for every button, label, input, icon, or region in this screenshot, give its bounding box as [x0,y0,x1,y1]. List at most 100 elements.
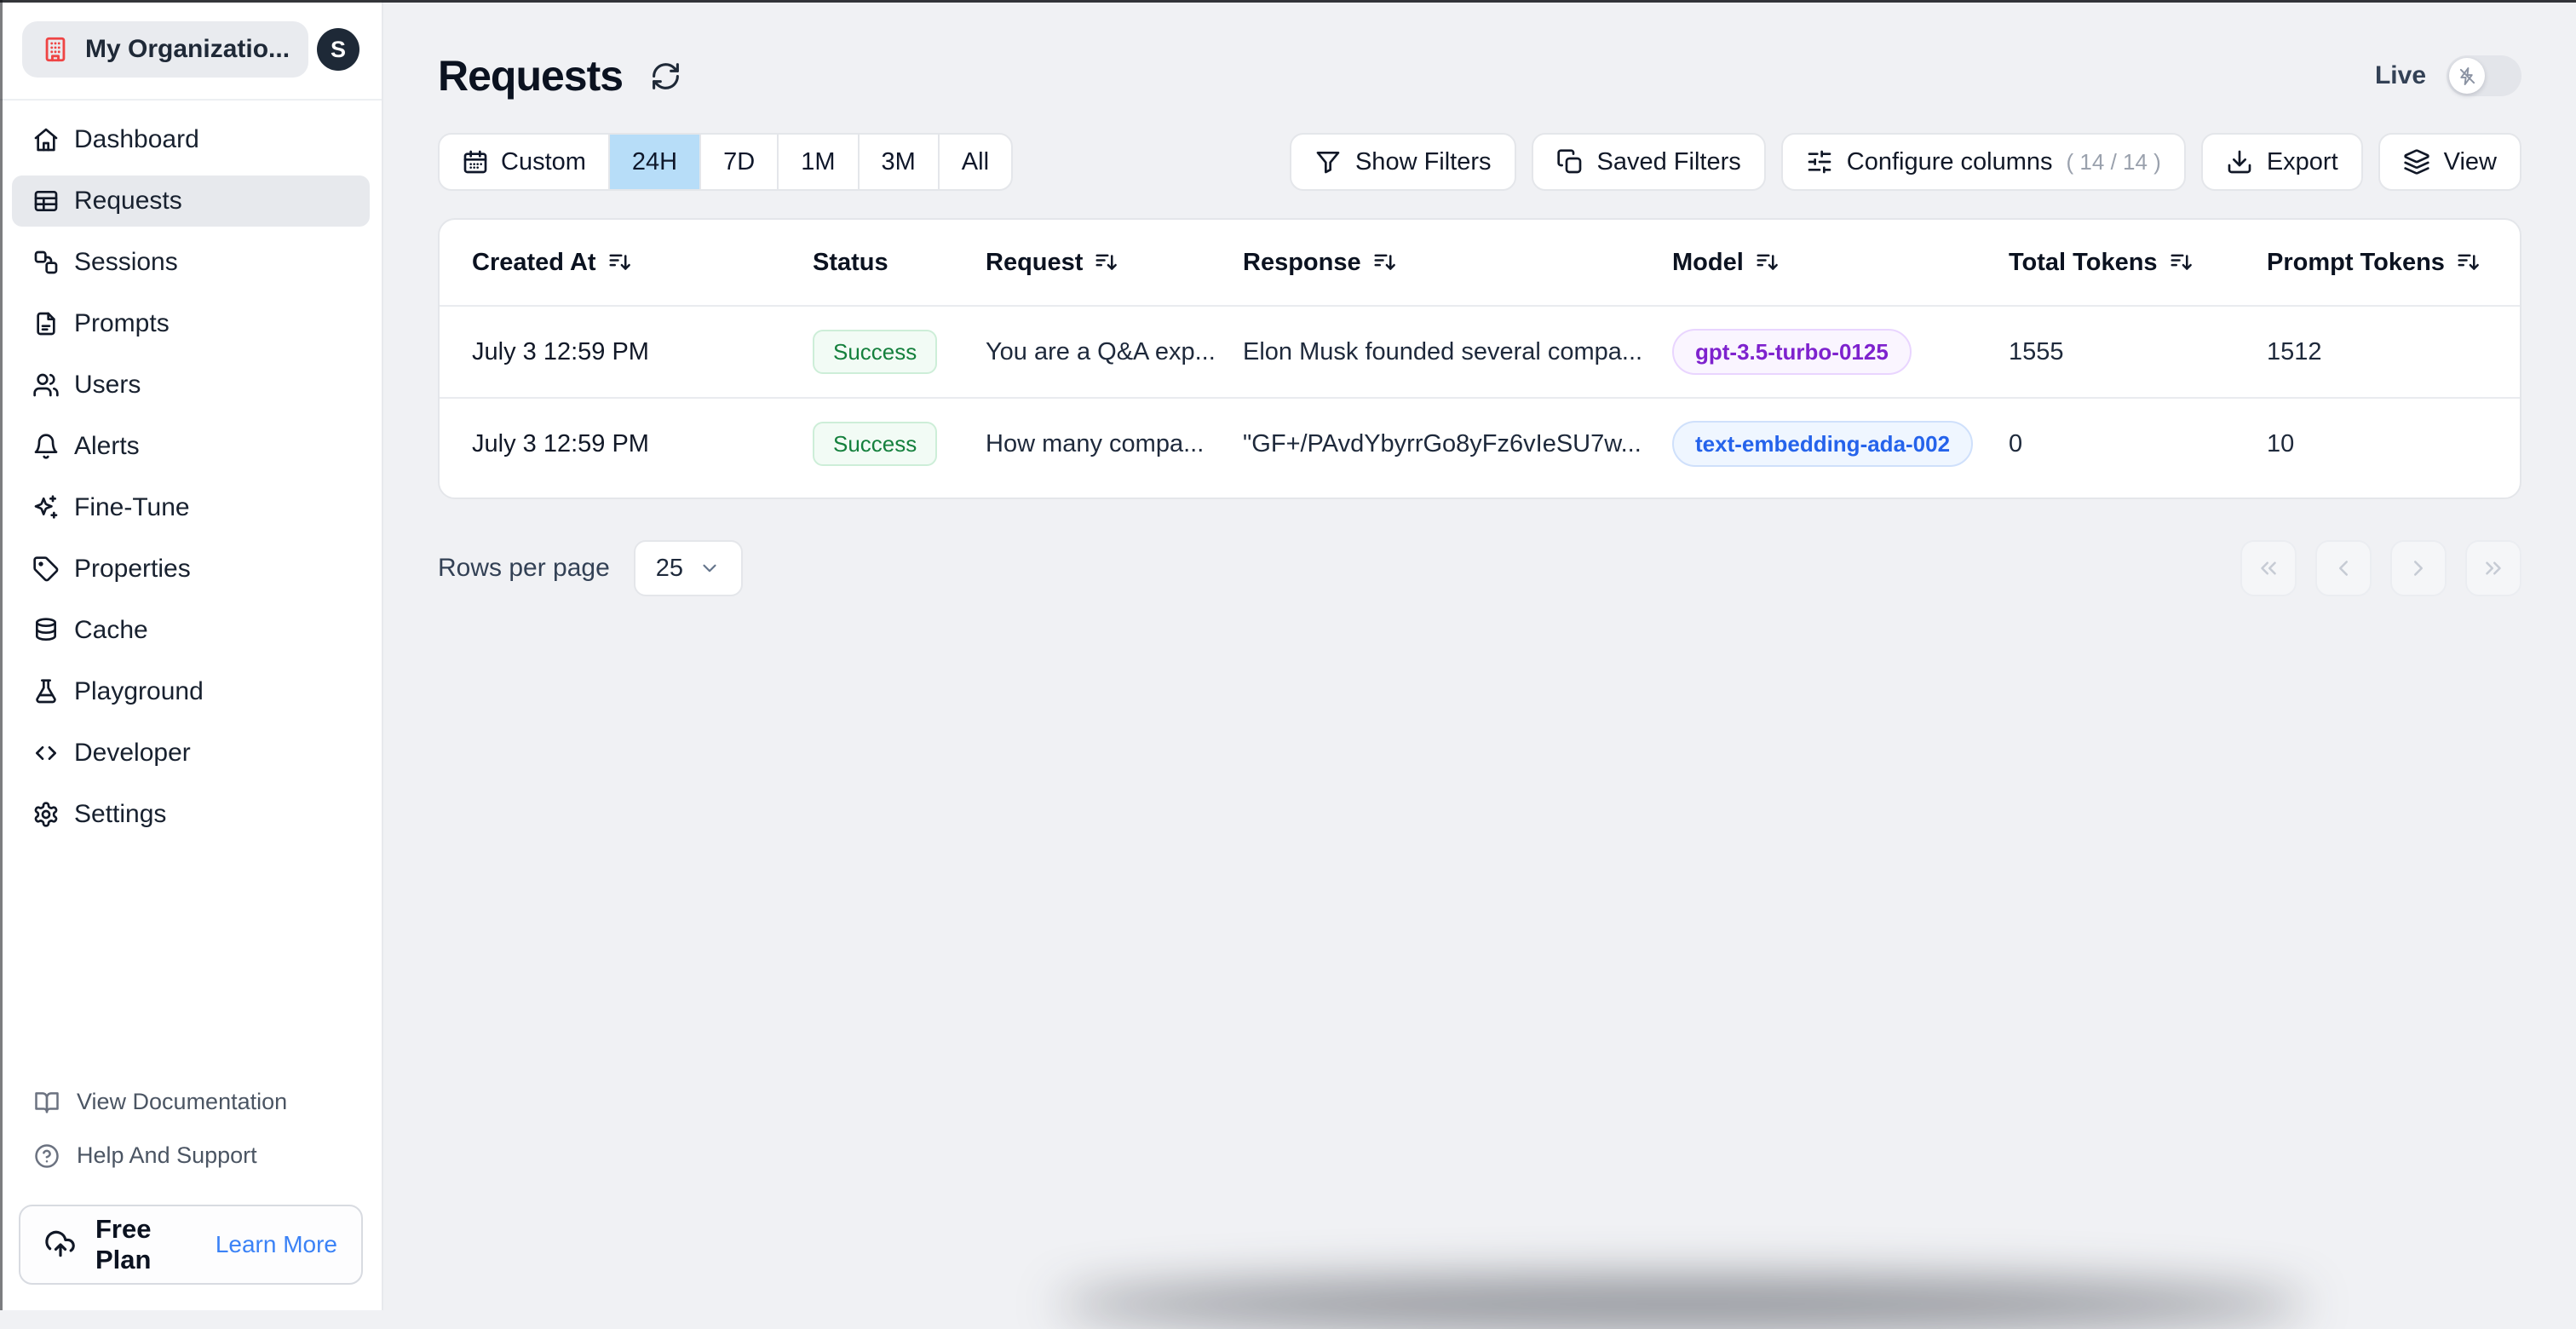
learn-more-link[interactable]: Learn More [216,1231,337,1258]
organization-switcher[interactable]: My Organizatio... [22,21,309,78]
cell-response: "GF+/PAvdYbyrrGo8yFz6vIeSU7w... [1243,429,1642,457]
show-filters-button[interactable]: Show Filters [1289,133,1516,191]
database-icon [36,618,56,641]
action-label: Show Filters [1354,147,1492,175]
sidebar-item-label: Developer [74,739,191,767]
configure-columns-button[interactable]: Configure columns ( 14 / 14 ) [1780,133,2186,191]
sidebar-item-settings[interactable]: Settings [12,789,370,840]
cell-prompt-tokens: 1512 [2267,337,2322,365]
home-icon [34,128,58,152]
building-icon [45,37,66,62]
action-label: Configure columns [1846,147,2053,175]
column-header-prompt-tokens[interactable]: Prompt Tokens [2267,249,2487,277]
window-left-edge [0,0,3,1310]
first-page-button[interactable] [2240,540,2297,596]
live-toggle-knob [2449,58,2485,94]
sidebar-header: My Organizatio... S [0,0,382,101]
sidebar-item-cache[interactable]: Cache [12,605,370,656]
previous-page-button[interactable] [2315,540,2372,596]
sidebar-item-label: Dashboard [74,125,199,153]
plan-card: Free Plan Learn More [19,1205,363,1285]
export-button[interactable]: Export [2200,133,2363,191]
sidebar-item-sessions[interactable]: Sessions [12,237,370,288]
sort-icon [609,254,630,270]
sort-icon [1374,254,1395,270]
sidebar-item-label: Settings [74,800,167,828]
sidebar-item-prompts[interactable]: Prompts [12,298,370,349]
time-range-label: 7D [723,147,756,175]
sidebar-footer-links: View Documentation Help And Support [0,1089,382,1169]
last-page-button[interactable] [2465,540,2521,596]
table-row[interactable]: July 3 12:59 PM Success How many compa..… [440,397,2520,489]
cell-created-at: July 3 12:59 PM [472,337,649,365]
sidebar-item-label: Alerts [74,432,140,460]
time-range-3m[interactable]: 3M [857,135,938,189]
avatar-initial: S [330,36,346,62]
sidebar-item-dashboard[interactable]: Dashboard [12,114,370,165]
column-header-request[interactable]: Request [986,249,1243,277]
view-documentation-link[interactable]: View Documentation [34,1089,348,1115]
column-label: Model [1672,248,1744,276]
users-icon [33,373,59,397]
status-badge: Success [813,330,938,374]
sidebar-item-users[interactable]: Users [12,360,370,411]
page-size-select[interactable]: 25 [633,540,744,596]
requests-table: Created At Status Request Response Model… [438,218,2521,499]
sidebar-item-label: Playground [74,677,204,705]
pagination: Rows per page 25 [438,540,2521,596]
column-header-status[interactable]: Status [813,249,986,277]
cell-request: How many compa... [986,429,1205,457]
chevrons-right-icon [2486,561,2501,575]
table-icon [34,191,58,211]
time-range-1m[interactable]: 1M [777,135,857,189]
saved-filters-button[interactable]: Saved Filters [1531,133,1766,191]
cell-prompt-tokens: 10 [2267,429,2295,457]
avatar[interactable]: S [317,28,359,71]
time-range-7d[interactable]: 7D [699,135,777,189]
cell-total-tokens: 1555 [2009,337,2064,365]
file-icon [37,312,55,336]
column-label: Total Tokens [2009,248,2158,276]
action-count: ( 14 / 14 ) [2066,148,2161,175]
help-and-support-link[interactable]: Help And Support [34,1142,348,1169]
time-range-all[interactable]: All [937,135,1011,189]
page-header: Requests Live [438,0,2521,101]
column-header-response[interactable]: Response [1243,249,1672,277]
view-button[interactable]: View [2378,133,2521,191]
model-badge: gpt-3.5-turbo-0125 [1672,329,1912,375]
live-label: Live [2374,61,2426,89]
time-range-selector: Custom 24H 7D 1M 3M All [438,133,1014,191]
sidebar-item-playground[interactable]: Playground [12,666,370,717]
toolbar: Custom 24H 7D 1M 3M All Show Filters Sav… [438,133,2521,191]
cell-total-tokens: 0 [2009,429,2023,457]
table-header-row: Created At Status Request Response Model… [440,220,2520,305]
column-header-created-at[interactable]: Created At [472,249,813,277]
table-body: July 3 12:59 PM Success You are a Q&A ex… [440,305,2520,489]
sort-icon [2458,254,2479,270]
action-label: Saved Filters [1596,147,1741,175]
organization-name: My Organizatio... [85,35,290,63]
main-content: Requests Live Custom 24H 7D 1M 3M All Sh… [383,0,2576,1329]
sidebar-item-properties[interactable]: Properties [12,544,370,595]
time-range-custom[interactable]: Custom [440,135,608,189]
plan-label: Free Plan [95,1214,152,1274]
layers-icon [2403,149,2429,175]
sidebar-item-fine-tune[interactable]: Fine-Tune [12,482,370,533]
live-toggle[interactable] [2447,55,2521,96]
sort-icon [2171,254,2192,270]
refresh-button[interactable] [650,60,681,92]
footer-link-label: Help And Support [77,1142,257,1168]
sidebar-item-requests[interactable]: Requests [12,175,370,227]
sidebar-item-developer[interactable]: Developer [12,728,370,779]
column-header-total-tokens[interactable]: Total Tokens [2009,249,2267,277]
next-page-button[interactable] [2390,540,2447,596]
window-shadow [1056,1280,2309,1329]
table-row[interactable]: July 3 12:59 PM Success You are a Q&A ex… [440,305,2520,397]
time-range-24h[interactable]: 24H [607,135,700,189]
cell-model: text-embedding-ada-002 [1672,421,2009,467]
cell-request: You are a Q&A exp... [986,337,1216,365]
bolt-slash-icon [2459,66,2475,85]
column-header-model[interactable]: Model [1672,249,2009,277]
sidebar-item-alerts[interactable]: Alerts [12,421,370,472]
sidebar-item-label: Sessions [74,248,178,276]
